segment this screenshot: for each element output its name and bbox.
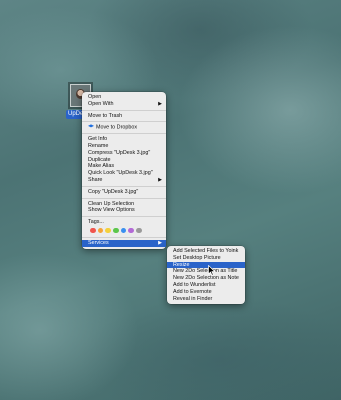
menu-item-tags[interactable]: Tags... [82, 219, 166, 226]
service-set-desktop-picture[interactable]: Set Desktop Picture [167, 255, 245, 262]
menu-separator [82, 109, 166, 111]
menu-item-open[interactable]: Open [82, 94, 166, 101]
menu-item-label: Reveal in Finder [173, 295, 213, 302]
menu-separator [82, 197, 166, 199]
menu-item-label: New 2Do Selection as Title [173, 268, 238, 275]
menu-item-label: Show View Options [88, 207, 135, 214]
tag-red[interactable] [90, 227, 96, 234]
menu-item-label: Resize [173, 261, 190, 268]
menu-item-move-to-trash[interactable]: Move to Trash [82, 113, 166, 120]
menu-item-services[interactable]: Services ▶ [82, 239, 166, 247]
tag-blue[interactable] [120, 227, 127, 234]
tag-purple[interactable] [128, 227, 134, 234]
submenu-arrow-icon: ▶ [158, 176, 162, 183]
service-add-to-yoink[interactable]: Add Selected Files to Yoink [167, 248, 245, 255]
menu-item-duplicate[interactable]: Duplicate [82, 157, 166, 164]
services-submenu: Add Selected Files to Yoink Set Desktop … [167, 246, 245, 305]
menu-item-label: Compress "UpDesk 3.jpg" [88, 149, 151, 156]
menu-item-label: Add to Evernote [173, 288, 212, 295]
mouse-pointer-icon [208, 265, 216, 276]
menu-separator [82, 133, 166, 135]
menu-item-rename[interactable]: Rename [82, 143, 166, 150]
menu-item-make-alias[interactable]: Make Alias [82, 163, 166, 170]
menu-item-quick-look[interactable]: Quick Look "UpDesk 3.jpg" [82, 170, 166, 177]
menu-separator [82, 216, 166, 218]
dropbox-icon [88, 124, 94, 128]
submenu-arrow-icon: ▶ [158, 239, 162, 246]
menu-separator [82, 121, 166, 123]
menu-item-compress[interactable]: Compress "UpDesk 3.jpg" [82, 150, 166, 157]
service-reveal-in-finder[interactable]: Reveal in Finder [167, 296, 245, 303]
menu-item-label: Move to Trash [88, 112, 123, 119]
menu-item-label: Rename [88, 142, 109, 149]
tag-color-row [82, 226, 166, 235]
menu-item-label: Clean Up Selection [88, 200, 135, 207]
service-add-to-evernote[interactable]: Add to Evernote [167, 289, 245, 296]
menu-item-label: Services [88, 239, 109, 246]
context-menu: Open Open With ▶ Move to Trash Move to Dr… [82, 92, 166, 249]
menu-item-label: Copy "UpDesk 3.jpg" [88, 188, 139, 195]
tag-green[interactable] [113, 227, 119, 234]
tag-orange[interactable] [97, 227, 104, 234]
menu-separator [82, 236, 166, 238]
menu-item-label: Make Alias [88, 163, 115, 170]
menu-item-copy[interactable]: Copy "UpDesk 3.jpg" [82, 189, 166, 196]
tag-gray[interactable] [136, 227, 142, 234]
menu-item-clean-up-selection[interactable]: Clean Up Selection [82, 201, 166, 208]
menu-item-label: Get Info [88, 136, 108, 143]
service-2do-title[interactable]: New 2Do Selection as Title [167, 268, 245, 275]
menu-separator [82, 185, 166, 187]
menu-item-label: Set Desktop Picture [173, 254, 221, 261]
menu-item-label: Add to Wunderlist [173, 281, 216, 288]
submenu-arrow-icon: ▶ [158, 100, 162, 107]
service-add-to-wunderlist[interactable]: Add to Wunderlist [167, 282, 245, 289]
menu-item-label: Tags... [88, 219, 104, 226]
menu-item-get-info[interactable]: Get Info [82, 136, 166, 143]
menu-item-open-with[interactable]: Open With ▶ [82, 101, 166, 108]
menu-item-label: Open With [88, 100, 114, 107]
service-resize[interactable]: Resize [167, 261, 245, 269]
menu-item-move-to-dropbox[interactable]: Move to Dropbox [82, 124, 166, 131]
menu-item-label: Share [88, 176, 103, 183]
tag-yellow[interactable] [105, 227, 111, 234]
menu-item-label: Add Selected Files to Yoink [173, 248, 239, 254]
menu-item-label: Duplicate [88, 156, 111, 163]
service-2do-note[interactable]: New 2Do Selection as Note [167, 275, 245, 282]
menu-item-share[interactable]: Share ▶ [82, 177, 166, 184]
menu-item-label: Open [88, 94, 102, 100]
menu-item-label: Quick Look "UpDesk 3.jpg" [88, 170, 153, 177]
menu-item-label: Move to Dropbox [96, 124, 138, 131]
menu-item-label: New 2Do Selection as Note [173, 275, 239, 282]
menu-item-show-view-options[interactable]: Show View Options [82, 207, 166, 214]
